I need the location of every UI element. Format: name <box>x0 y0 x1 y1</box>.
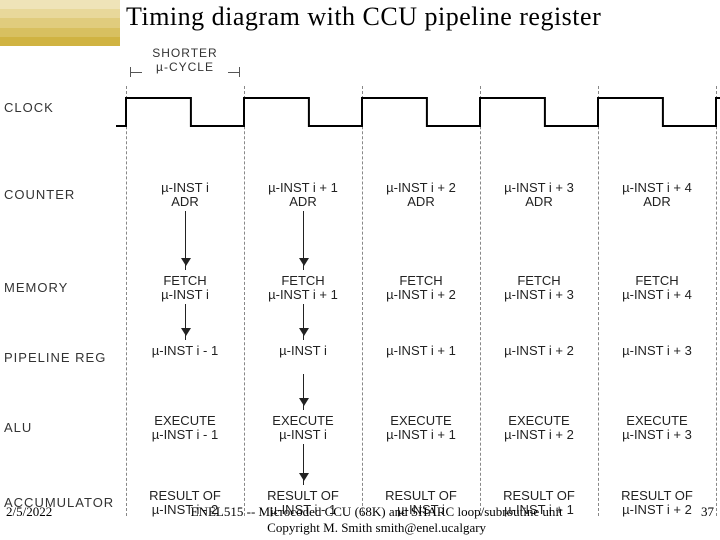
cell-counter-c1: µ-INST i + 1ADR <box>248 181 358 209</box>
flow-arrow <box>185 211 186 270</box>
cell-counter-c4: µ-INST i + 4ADR <box>602 181 712 209</box>
row-label-pipeline: PIPELINE REG <box>4 350 106 365</box>
timing-diagram: CLOCKCOUNTERMEMORYPIPELINE REGALUACCUMUL… <box>0 46 720 540</box>
footer: 2/5/2022 ENEL515 -- Microcoded CCU (68K)… <box>0 504 720 536</box>
cell-memory-c2: FETCHµ-INST i + 2 <box>366 274 476 302</box>
cell-counter-c2: µ-INST i + 2ADR <box>366 181 476 209</box>
cell-memory-c3: FETCHµ-INST i + 3 <box>484 274 594 302</box>
cell-alu-c1: EXECUTEµ-INST i <box>248 414 358 442</box>
cycle-divider <box>598 86 599 516</box>
flow-arrow <box>185 304 186 340</box>
decorative-swatch <box>0 0 120 46</box>
footer-page: 37 <box>701 504 714 536</box>
flow-arrow <box>303 374 304 410</box>
cell-counter-c3: µ-INST i + 3ADR <box>484 181 594 209</box>
footer-date: 2/5/2022 <box>6 504 52 536</box>
cell-alu-c2: EXECUTEµ-INST i + 1 <box>366 414 476 442</box>
cell-pipeline-c4: µ-INST i + 3 <box>602 344 712 358</box>
flow-arrow <box>303 211 304 270</box>
cell-alu-c0: EXECUTEµ-INST i - 1 <box>130 414 240 442</box>
cycle-divider <box>362 86 363 516</box>
cell-memory-c4: FETCHµ-INST i + 4 <box>602 274 712 302</box>
cell-memory-c1: FETCHµ-INST i + 1 <box>248 274 358 302</box>
cell-pipeline-c2: µ-INST i + 1 <box>366 344 476 358</box>
flow-arrow <box>303 444 304 485</box>
row-label-alu: ALU <box>4 420 32 435</box>
cycle-divider <box>480 86 481 516</box>
page-title: Timing diagram with CCU pipeline registe… <box>120 0 601 32</box>
cycle-divider <box>244 86 245 516</box>
cell-memory-c0: FETCHµ-INST i <box>130 274 240 302</box>
cycle-divider <box>716 86 717 516</box>
cell-pipeline-c0: µ-INST i - 1 <box>130 344 240 358</box>
cell-pipeline-c3: µ-INST i + 2 <box>484 344 594 358</box>
cell-counter-c0: µ-INST iADR <box>130 181 240 209</box>
cell-pipeline-c1: µ-INST i <box>248 344 358 358</box>
clock-waveform <box>0 86 720 146</box>
cycle-divider <box>126 86 127 516</box>
row-label-counter: COUNTER <box>4 187 75 202</box>
cycle-width-bracket: SHORTERµ-CYCLE <box>130 46 240 74</box>
cell-alu-c3: EXECUTEµ-INST i + 2 <box>484 414 594 442</box>
flow-arrow <box>303 304 304 340</box>
footer-caption: ENEL515 -- Microcoded CCU (68K) and SHAR… <box>52 504 701 536</box>
cell-alu-c4: EXECUTEµ-INST i + 3 <box>602 414 712 442</box>
row-label-memory: MEMORY <box>4 280 68 295</box>
